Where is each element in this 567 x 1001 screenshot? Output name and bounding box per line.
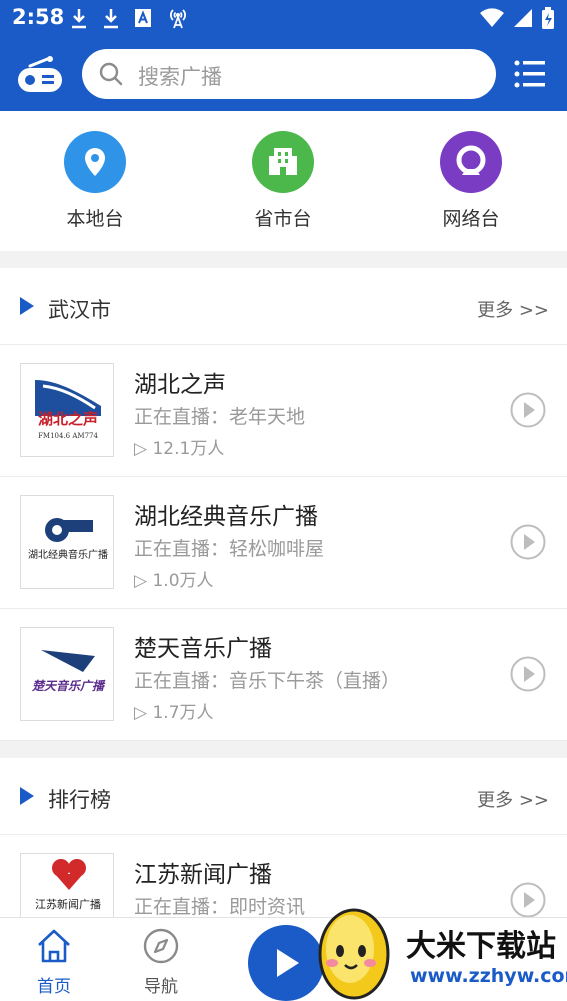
station-name: 楚天音乐广播 [134, 636, 272, 662]
triangle-marker-icon [20, 787, 34, 805]
watermark-url: www.zzhyw.com [410, 965, 567, 987]
broadcast-tower-icon [170, 9, 186, 29]
station-logo: 湖北之声 FM104.6 AM774 [20, 363, 114, 457]
font-app-icon [135, 9, 151, 27]
radio-icon[interactable] [16, 56, 64, 94]
station-listeners: ▷ 1.7万人 [134, 703, 214, 723]
status-bar: 2:58 [0, 0, 567, 36]
category-label: 省市台 [254, 208, 312, 230]
station-live: 正在直播：老年天地 [134, 406, 306, 428]
station-logo-text: 湖北经典音乐广播 [28, 548, 108, 561]
site-watermark: 大米下载站 www.zzhyw.com [306, 899, 567, 1001]
battery-icon [542, 7, 554, 29]
download-icon [104, 9, 118, 29]
watermark-title: 大米下载站 [406, 929, 556, 964]
station-row[interactable]: 湖北之声 FM104.6 AM774 湖北之声 正在直播：老年天地 ▷ 12.1… [0, 345, 567, 477]
station-name: 湖北经典音乐广播 [134, 504, 318, 530]
station-live: 正在直播：即时资讯 [134, 896, 306, 917]
station-logo-subtext: FM104.6 AM774 [38, 432, 98, 440]
status-time: 2:58 [12, 5, 65, 29]
station-logo: 江苏新闻广播 [20, 853, 114, 917]
search-placeholder: 搜索广播 [138, 65, 222, 89]
nav-guide[interactable]: 导航 [126, 928, 196, 997]
menu-list-icon[interactable] [514, 60, 546, 88]
station-logo: 楚天音乐广播 [20, 627, 114, 721]
section-header: 武汉市 更多 >> [0, 268, 567, 345]
download-icon [72, 9, 86, 29]
station-live: 正在直播：轻松咖啡屋 [134, 538, 325, 560]
nav-guide-label: 导航 [144, 977, 178, 997]
signal-icon [514, 9, 532, 27]
wifi-icon [480, 8, 504, 27]
play-icon[interactable] [510, 524, 546, 560]
station-name: 江苏新闻广播 [134, 862, 272, 888]
more-link[interactable]: 更多 >> [477, 786, 549, 812]
section-wuhan: 武汉市 更多 >> 湖北之声 FM104.6 AM774 湖北之声 正在直播：老… [0, 268, 567, 741]
station-logo-text: 江苏新闻广播 [35, 897, 101, 911]
station-name: 湖北之声 [134, 372, 226, 398]
station-listeners: ▷ 1.0万人 [134, 571, 214, 591]
category-province[interactable]: 省市台 [223, 131, 343, 231]
category-row: 本地台 省市台 网络台 [0, 111, 567, 251]
station-row[interactable]: 湖北经典音乐广播 湖北经典音乐广播 正在直播：轻松咖啡屋 ▷ 1.0万人 [0, 477, 567, 609]
play-icon[interactable] [510, 656, 546, 692]
search-icon [99, 62, 123, 86]
station-row[interactable]: 楚天音乐广播 楚天音乐广播 正在直播：音乐下午茶（直播） ▷ 1.7万人 [0, 609, 567, 741]
app-header: 2:58 搜索广播 [0, 0, 567, 111]
category-label: 本地台 [66, 208, 124, 230]
location-pin-icon [64, 131, 126, 193]
station-logo-text: 湖北之声 [38, 410, 98, 428]
home-icon [38, 929, 70, 963]
section-title: 排行榜 [48, 788, 111, 812]
station-live: 正在直播：音乐下午茶（直播） [134, 670, 401, 692]
search-input[interactable]: 搜索广播 [82, 49, 496, 99]
category-local[interactable]: 本地台 [35, 131, 155, 231]
station-logo-text: 楚天音乐广播 [31, 679, 106, 693]
status-notifications [70, 6, 190, 30]
category-label: 网络台 [442, 208, 500, 230]
building-icon [252, 131, 314, 193]
nav-home-label: 首页 [37, 977, 71, 997]
mascot-egg-icon [318, 908, 390, 1000]
section-title: 武汉市 [48, 298, 111, 322]
station-logo: 湖北经典音乐广播 [20, 495, 114, 589]
status-system-icons [479, 6, 555, 30]
triangle-marker-icon [20, 297, 34, 315]
globe-network-icon [440, 131, 502, 193]
more-link[interactable]: 更多 >> [477, 296, 549, 322]
compass-icon [143, 928, 179, 964]
category-network[interactable]: 网络台 [411, 131, 531, 231]
section-header: 排行榜 更多 >> [0, 758, 567, 835]
play-icon[interactable] [510, 392, 546, 428]
section-ranking: 排行榜 更多 >> 江苏新闻广播 江苏新闻广播 正在直播：即时资讯 [0, 758, 567, 917]
station-listeners: ▷ 12.1万人 [134, 439, 225, 459]
nav-home[interactable]: 首页 [19, 928, 89, 997]
